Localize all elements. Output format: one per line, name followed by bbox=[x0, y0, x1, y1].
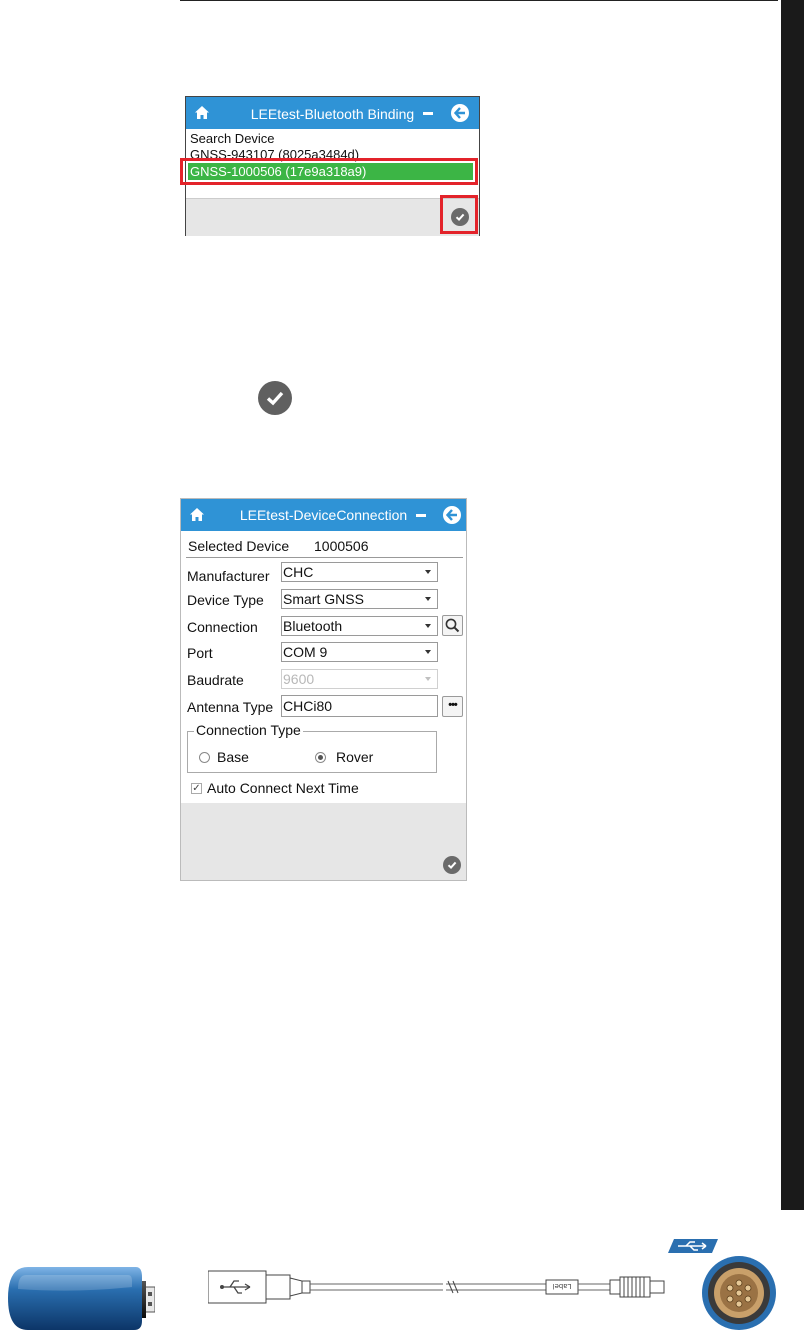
highlight-box-confirm bbox=[440, 195, 478, 234]
port-value: COM 9 bbox=[283, 644, 328, 660]
minimize-icon[interactable] bbox=[416, 514, 426, 517]
base-radio-label: Base bbox=[217, 749, 249, 765]
highlight-box-selected-device bbox=[180, 158, 478, 185]
top-rule bbox=[180, 0, 778, 1]
back-arrow-icon[interactable] bbox=[451, 104, 469, 122]
port-label: Port bbox=[187, 645, 213, 661]
auto-connect-checkbox[interactable]: ✓ bbox=[191, 783, 202, 794]
antenna-type-value: CHCi80 bbox=[283, 698, 333, 714]
cable-label-text: Label bbox=[553, 1282, 572, 1290]
window-footer bbox=[186, 198, 479, 236]
separator bbox=[186, 557, 463, 558]
page-edge-bar bbox=[781, 0, 804, 1210]
titlebar: LEEtest-Bluetooth Binding bbox=[186, 97, 479, 129]
chevron-down-icon bbox=[425, 650, 431, 654]
back-arrow-icon[interactable] bbox=[443, 506, 461, 524]
connection-type-group: Connection Type Base Rover bbox=[187, 722, 437, 773]
device-type-value: Smart GNSS bbox=[283, 591, 364, 607]
antenna-type-input[interactable]: CHCi80 bbox=[281, 695, 438, 717]
manufacturer-select[interactable]: CHC bbox=[281, 562, 438, 582]
minimize-icon[interactable] bbox=[423, 112, 433, 115]
baudrate-select: 9600 bbox=[281, 669, 438, 689]
chevron-down-icon bbox=[425, 677, 431, 681]
check-icon bbox=[258, 381, 292, 415]
manufacturer-value: CHC bbox=[283, 564, 314, 580]
chevron-down-icon bbox=[425, 570, 431, 574]
search-device-item[interactable]: Search Device bbox=[190, 131, 275, 146]
chevron-down-icon bbox=[425, 597, 431, 601]
baudrate-label: Baudrate bbox=[187, 672, 244, 688]
usb-stick-image bbox=[8, 1267, 155, 1330]
more-button[interactable]: ••• bbox=[442, 696, 463, 717]
device-connection-window: LEEtest-DeviceConnection Selected Device… bbox=[180, 498, 467, 881]
connection-type-label: Connection Type bbox=[194, 722, 303, 738]
chevron-down-icon bbox=[425, 624, 431, 628]
search-icon bbox=[445, 618, 460, 633]
port-select[interactable]: COM 9 bbox=[281, 642, 438, 662]
more-icon: ••• bbox=[448, 699, 458, 711]
search-button[interactable] bbox=[442, 615, 463, 636]
device-type-label: Device Type bbox=[187, 592, 264, 608]
selected-device-label: Selected Device bbox=[188, 538, 290, 554]
window-title: LEEtest-Bluetooth Binding bbox=[250, 106, 415, 122]
selected-device-value: 1000506 bbox=[314, 538, 369, 554]
connection-label: Connection bbox=[187, 619, 258, 635]
base-radio[interactable] bbox=[199, 752, 210, 763]
auto-connect-label: Auto Connect Next Time bbox=[207, 780, 359, 796]
connection-select[interactable]: Bluetooth bbox=[281, 616, 438, 636]
rover-radio-label: Rover bbox=[336, 749, 374, 765]
antenna-type-label: Antenna Type bbox=[187, 699, 274, 715]
titlebar: LEEtest-DeviceConnection bbox=[181, 499, 466, 531]
device-type-select[interactable]: Smart GNSS bbox=[281, 589, 438, 609]
usb-cable-image: Label bbox=[208, 1270, 665, 1304]
rover-radio[interactable] bbox=[315, 752, 326, 763]
lemo-connector-image bbox=[668, 1239, 776, 1330]
connection-value: Bluetooth bbox=[283, 618, 343, 634]
window-footer bbox=[181, 803, 466, 880]
manufacturer-label: Manufacturer bbox=[187, 568, 270, 584]
baudrate-value: 9600 bbox=[283, 671, 315, 687]
check-icon[interactable] bbox=[443, 856, 461, 874]
